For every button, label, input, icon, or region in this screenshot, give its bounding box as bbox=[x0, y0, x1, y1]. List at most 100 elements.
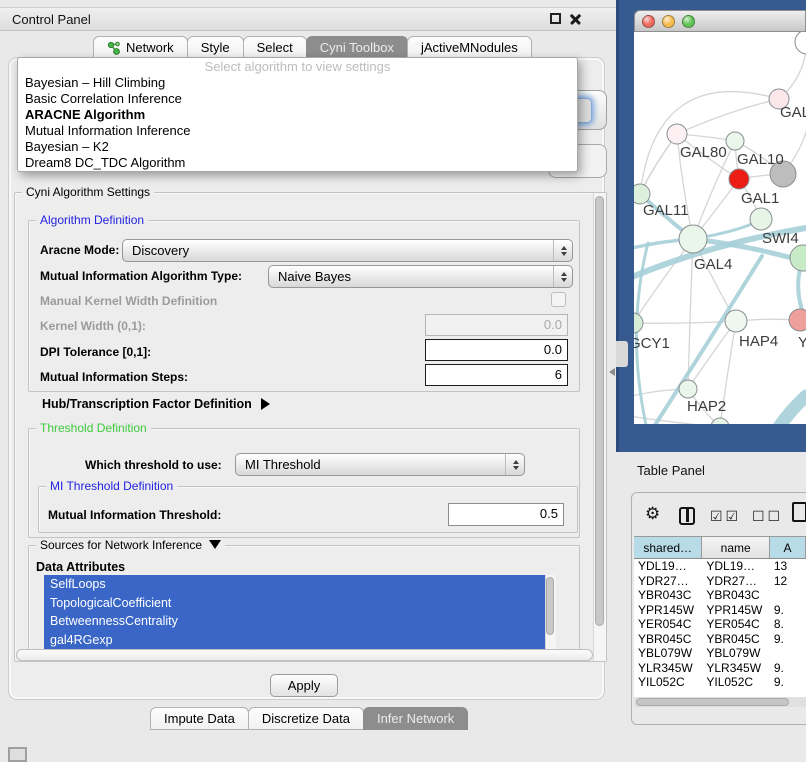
network-node bbox=[790, 245, 806, 271]
tab-label: jActiveMNodules bbox=[421, 40, 518, 55]
mi-threshold-group-title: MI Threshold Definition bbox=[46, 479, 177, 493]
network-view-canvas[interactable]: GALGAL80GAL10GAL1GAL11SWI4GAL4GCY1HAP4YH… bbox=[634, 32, 806, 424]
gear-icon[interactable]: ⚙ bbox=[645, 504, 660, 524]
attribute-list-item[interactable]: SelfLoops bbox=[44, 575, 545, 594]
table-cell: YBL079W bbox=[702, 646, 769, 661]
aracne-mode-value: Discovery bbox=[132, 243, 189, 258]
bottom-tab-discretize-data[interactable]: Discretize Data bbox=[248, 707, 364, 730]
mi-steps-label: Mutual Information Steps: bbox=[40, 370, 188, 384]
algorithm-option[interactable]: Bayesian – Hill Climbing bbox=[18, 75, 577, 91]
table-cell: YDR27… bbox=[702, 574, 769, 589]
tab-select[interactable]: Select bbox=[243, 36, 307, 59]
network-node bbox=[679, 225, 707, 253]
stepper-arrows-icon bbox=[553, 266, 572, 287]
panel-splitter-grip[interactable] bbox=[616, 341, 628, 367]
network-node bbox=[750, 208, 772, 230]
table-hscrollbar-thumb[interactable] bbox=[636, 698, 789, 706]
minimized-panel-icon[interactable] bbox=[8, 747, 27, 762]
stepper-arrows-icon bbox=[553, 240, 572, 261]
table-row[interactable]: YBL079WYBL079W bbox=[634, 646, 806, 661]
table-cell: YBR045C bbox=[702, 632, 769, 647]
network-node bbox=[729, 169, 749, 189]
table-row[interactable]: YBR045CYBR045C9. bbox=[634, 632, 806, 647]
algorithm-option[interactable]: Basic Correlation Inference bbox=[18, 91, 577, 107]
table-row[interactable]: YPR145WYPR145W9. bbox=[634, 603, 806, 618]
tab-label: Discretize Data bbox=[262, 711, 350, 726]
table-row[interactable]: YDR27…YDR27…12 bbox=[634, 574, 806, 589]
document-icon[interactable] bbox=[792, 502, 806, 522]
checked-boxes-icon[interactable]: ☑☑ bbox=[710, 508, 741, 525]
cyni-algorithm-settings-title: Cyni Algorithm Settings bbox=[22, 185, 154, 199]
network-edge bbox=[640, 92, 779, 194]
close-traffic-light[interactable] bbox=[642, 15, 655, 28]
tab-label: Cyni Toolbox bbox=[320, 40, 394, 55]
table-cell: 9. bbox=[770, 675, 806, 690]
data-attributes-list[interactable]: SelfLoopsTopologicalCoefficientBetweenne… bbox=[44, 575, 545, 649]
which-threshold-select[interactable]: MI Threshold bbox=[235, 453, 525, 476]
table-row[interactable]: YDL19…YDL19…13 bbox=[634, 559, 806, 574]
table-cell: YDR27… bbox=[634, 574, 702, 589]
hub-definition-toggle[interactable]: Hub/Transcription Factor Definition bbox=[42, 397, 270, 411]
table-cell bbox=[770, 646, 806, 661]
algorithm-option[interactable]: ARACNE Algorithm bbox=[18, 107, 577, 123]
network-node-label: GAL80 bbox=[680, 144, 727, 161]
table-cell: YDL19… bbox=[634, 559, 702, 574]
network-node bbox=[725, 310, 747, 332]
stepper-arrows-icon bbox=[505, 454, 524, 475]
algorithm-option[interactable]: Bayesian – K2 bbox=[18, 139, 577, 155]
settings-scrollbar-thumb[interactable] bbox=[595, 196, 604, 626]
split-columns-icon[interactable] bbox=[679, 507, 695, 525]
network-node bbox=[667, 124, 687, 144]
apply-button[interactable]: Apply bbox=[270, 674, 338, 697]
minimize-traffic-light[interactable] bbox=[662, 15, 675, 28]
dpi-tolerance-field[interactable]: 0.0 bbox=[425, 339, 568, 361]
settings-hscrollbar[interactable] bbox=[16, 649, 593, 661]
network-node-label: GAL11 bbox=[643, 202, 689, 219]
column-header[interactable]: name bbox=[702, 536, 770, 559]
network-node bbox=[726, 132, 744, 150]
network-window-titlebar[interactable] bbox=[634, 10, 806, 32]
mi-threshold-field[interactable]: 0.5 bbox=[448, 503, 564, 526]
column-header[interactable]: A bbox=[770, 536, 806, 559]
tab-network[interactable]: Network bbox=[93, 36, 188, 59]
table-row[interactable]: YBR043CYBR043C bbox=[634, 588, 806, 603]
network-node-label: GAL4 bbox=[694, 256, 732, 273]
aracne-mode-label: Aracne Mode: bbox=[40, 243, 119, 257]
network-node bbox=[634, 313, 643, 333]
network-node-label: Y bbox=[798, 334, 806, 351]
table-cell: YIL052C bbox=[702, 675, 769, 690]
attribute-list-item[interactable]: gal4RGexp bbox=[44, 631, 545, 650]
mi-steps-field[interactable]: 6 bbox=[425, 364, 568, 386]
table-cell: YLR345W bbox=[634, 661, 702, 676]
attributes-scrollbar-thumb[interactable] bbox=[546, 577, 554, 635]
zoom-traffic-light[interactable] bbox=[682, 15, 695, 28]
bottom-tab-infer-network[interactable]: Infer Network bbox=[363, 707, 468, 730]
bottom-tab-impute-data[interactable]: Impute Data bbox=[150, 707, 249, 730]
table-row[interactable]: YER054CYER054C8. bbox=[634, 617, 806, 632]
attribute-list-item[interactable]: BetweennessCentrality bbox=[44, 612, 545, 631]
network-node bbox=[795, 32, 806, 54]
close-icon[interactable] bbox=[569, 13, 581, 25]
float-window-icon[interactable] bbox=[550, 13, 561, 24]
kernel-width-field[interactable]: 0.0 bbox=[425, 314, 568, 336]
attribute-list-item[interactable]: TopologicalCoefficient bbox=[44, 594, 545, 613]
tab-style[interactable]: Style bbox=[187, 36, 244, 59]
table-cell: YDL19… bbox=[702, 559, 769, 574]
column-header[interactable]: shared… bbox=[634, 536, 702, 559]
algorithm-option[interactable]: Mutual Information Inference bbox=[18, 123, 577, 139]
table-row[interactable]: YLR345WYLR345W9. bbox=[634, 661, 806, 676]
control-panel-title: Control Panel bbox=[12, 12, 91, 27]
algorithm-definition-title: Algorithm Definition bbox=[36, 213, 148, 227]
tab-jactivemnodules[interactable]: jActiveMNodules bbox=[407, 36, 532, 59]
aracne-mode-select[interactable]: Discovery bbox=[122, 239, 573, 262]
manual-kernel-width-checkbox[interactable] bbox=[551, 292, 566, 307]
tab-cyni-toolbox[interactable]: Cyni Toolbox bbox=[306, 36, 408, 59]
node-table[interactable]: shared…nameA YDL19…YDL19…13YDR27…YDR27…1… bbox=[634, 536, 806, 703]
sources-group-toggle[interactable]: Sources for Network Inference bbox=[36, 538, 225, 552]
splitter-collapse-arrow-icon[interactable] bbox=[609, 368, 615, 376]
unchecked-boxes-icon[interactable]: ☐☐ bbox=[752, 508, 783, 525]
mi-algorithm-type-select[interactable]: Naive Bayes bbox=[268, 265, 573, 288]
table-row[interactable]: YIL052CYIL052C9. bbox=[634, 675, 806, 690]
mi-algorithm-type-label: Mutual Information Algorithm Type: bbox=[40, 269, 242, 283]
algorithm-option[interactable]: Dream8 DC_TDC Algorithm bbox=[18, 155, 577, 171]
